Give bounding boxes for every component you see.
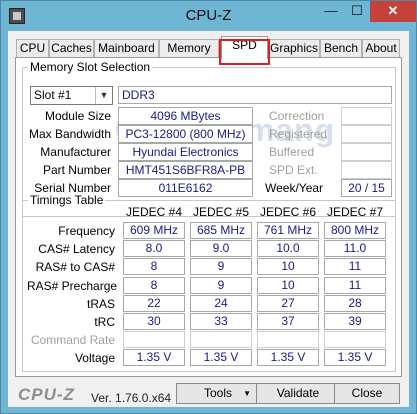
timing-cell: 10	[257, 276, 319, 294]
close-window-button[interactable]: ✕	[370, 1, 416, 22]
timing-cell	[123, 331, 185, 349]
tab-memory[interactable]: Memory	[159, 39, 219, 58]
timing-row-label: Voltage	[74, 351, 115, 366]
slot-select-value: Slot #1	[34, 88, 72, 102]
buffered-value	[341, 143, 392, 161]
timing-cell: 37	[257, 313, 319, 330]
timing-cell	[324, 331, 386, 349]
timing-cell: 8	[123, 276, 185, 294]
timings-group: Timings Table JEDEC #4 JEDEC #5 JEDEC #6…	[22, 193, 396, 372]
timing-row-label: tRC	[94, 315, 115, 329]
manufacturer-value: Hyundai Electronics	[118, 143, 253, 161]
timing-row-label: CAS# Latency	[38, 242, 115, 257]
timings-col-header: JEDEC #7	[326, 205, 384, 219]
tab-about[interactable]: About	[362, 39, 400, 58]
serial-number-value: 011E6162	[118, 179, 253, 197]
timing-cell: 800 MHz	[324, 222, 386, 239]
timing-cell: 1.35 V	[257, 349, 319, 367]
tab-graphics[interactable]: Graphics	[268, 39, 320, 58]
timing-cell: 11.0	[324, 240, 386, 258]
timing-row-label: RAS# to CAS#	[35, 260, 115, 275]
timing-cell: 1.35 V	[324, 349, 386, 367]
tools-button-label: Tools	[203, 386, 232, 400]
bottom-bar: CPU-Z Ver. 1.76.0.x64 Tools ▼ Validate C…	[8, 377, 409, 407]
tab-bench[interactable]: Bench	[320, 39, 362, 58]
timing-cell: 9.0	[190, 240, 252, 258]
timing-cell: 39	[324, 313, 386, 330]
tab-caches[interactable]: Caches	[49, 39, 94, 58]
slot-select[interactable]: Slot #1 ▼	[30, 86, 113, 105]
timing-cell: 9	[190, 258, 252, 276]
client-area: CPU Caches Mainboard Memory SPD Graphics…	[8, 31, 409, 407]
part-number-label: Part Number	[42, 163, 111, 177]
memory-type-field: DDR3	[118, 86, 392, 104]
week-year-value: 20 / 15	[341, 179, 392, 197]
timing-cell: 22	[123, 294, 185, 312]
timings-group-title: Timings Table	[28, 193, 106, 207]
timing-cell: 11	[324, 276, 386, 294]
tab-cpu[interactable]: CPU	[16, 39, 49, 58]
timing-cell: 685 MHz	[190, 222, 252, 239]
max-bandwidth-value: PC3-12800 (800 MHz)	[118, 125, 253, 143]
correction-value	[341, 107, 392, 125]
cpuz-window: CPU-Z — ☐ ✕ CPU Caches Mainboard Memory …	[0, 0, 417, 414]
maximize-button[interactable]: ☐	[344, 1, 370, 22]
timing-cell: 27	[257, 294, 319, 312]
timings-col-header: JEDEC #5	[192, 205, 250, 219]
timing-cell: 33	[190, 313, 252, 330]
timing-cell: 30	[123, 313, 185, 330]
part-number-value: HMT451S6BFR8A-PB	[118, 161, 253, 179]
title-bar[interactable]: CPU-Z — ☐ ✕	[1, 1, 416, 31]
correction-label: Correction	[269, 109, 325, 123]
timing-row-label: Command Rate	[30, 333, 115, 348]
chevron-down-icon: ▼	[243, 389, 251, 398]
timing-cell: 28	[324, 294, 386, 312]
timing-cell	[257, 331, 319, 349]
manufacturer-label: Manufacturer	[40, 145, 111, 159]
timing-cell: 8	[123, 258, 185, 276]
version-label: Ver. 1.76.0.x64	[91, 391, 172, 405]
buffered-label: Buffered	[269, 145, 315, 159]
close-button[interactable]: Close	[334, 383, 400, 404]
spd-panel: uantrimang Memory Slot Selection Slot #1…	[15, 57, 402, 377]
timings-col-header: JEDEC #6	[259, 205, 317, 219]
timings-col-header: JEDEC #4	[125, 205, 183, 219]
registered-value	[341, 125, 392, 143]
timing-cell: 609 MHz	[123, 222, 185, 239]
timing-cell	[190, 331, 252, 349]
chevron-down-icon[interactable]: ▼	[95, 87, 112, 104]
timing-cell: 10	[257, 258, 319, 276]
module-size-value: 4096 MBytes	[118, 107, 253, 125]
timing-cell: 9	[190, 276, 252, 294]
timing-cell: 1.35 V	[190, 349, 252, 367]
timing-cell: 11	[324, 258, 386, 276]
timing-cell: 1.35 V	[123, 349, 185, 367]
tools-button[interactable]: Tools ▼	[176, 383, 260, 404]
timing-row-label: RAS# Precharge	[27, 278, 118, 293]
validate-button[interactable]: Validate	[256, 383, 340, 404]
timing-cell: 24	[190, 294, 252, 312]
module-size-label: Module Size	[44, 109, 111, 123]
spd-ext-value	[341, 161, 392, 179]
minimize-button[interactable]: —	[318, 1, 344, 22]
timing-cell: 761 MHz	[257, 222, 319, 239]
max-bandwidth-label: Max Bandwidth	[28, 127, 111, 141]
spd-tab-highlight	[219, 39, 270, 65]
spd-ext-label: SPD Ext.	[269, 163, 318, 177]
week-year-label: Week/Year	[265, 181, 324, 195]
tab-mainboard[interactable]: Mainboard	[94, 39, 159, 58]
memory-slot-group-title: Memory Slot Selection	[28, 60, 153, 74]
timing-row-label: Frequency	[58, 224, 115, 238]
timing-row-label: tRAS	[86, 296, 115, 311]
timing-cell: 8.0	[123, 240, 185, 258]
cpuz-brand-logo: CPU-Z	[18, 385, 75, 404]
timing-cell: 10.0	[257, 240, 319, 258]
registered-label: Registered	[269, 127, 328, 141]
